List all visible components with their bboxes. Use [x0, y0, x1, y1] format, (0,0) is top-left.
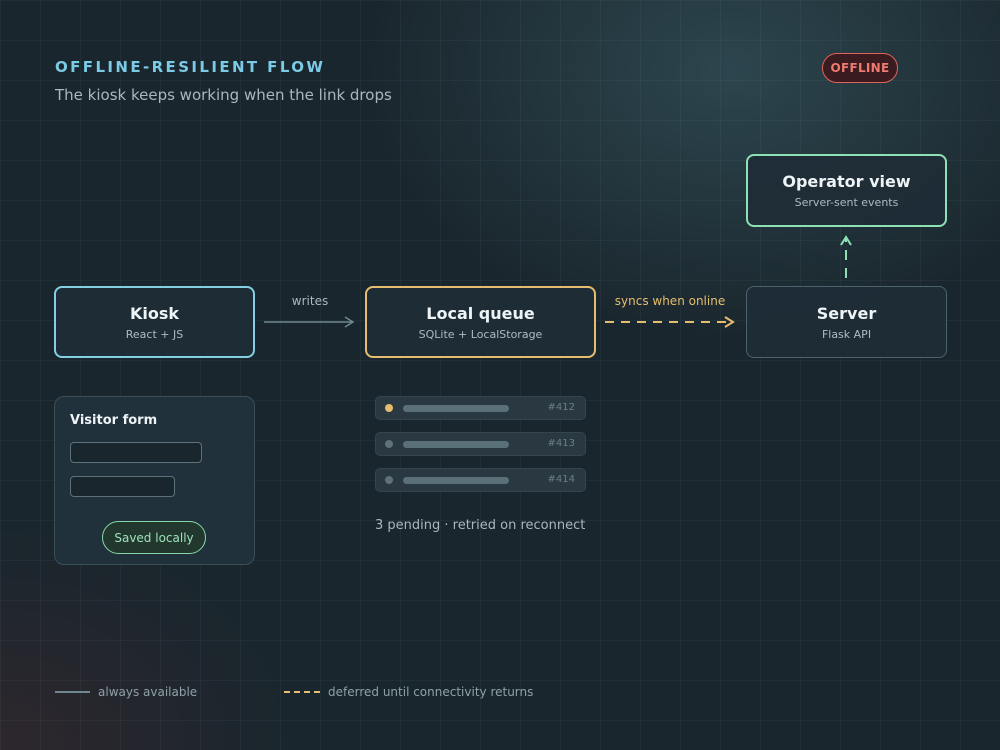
sync-arrow [605, 316, 735, 328]
saved-locally-button[interactable]: Saved locally [102, 521, 206, 554]
kiosk-node-subtitle: React + JS [125, 327, 184, 341]
kiosk-node: Kiosk React + JS [54, 286, 255, 358]
visitor-detail-field[interactable] [70, 476, 175, 497]
local-queue-node: Local queue SQLite + LocalStorage [365, 286, 596, 358]
queue-item: #414 [375, 468, 586, 492]
legend-dashed-swatch [284, 691, 322, 693]
writes-edge-label: writes [291, 294, 329, 308]
kiosk-node-title: Kiosk [129, 303, 180, 323]
queue-item-status-dot [385, 404, 393, 412]
queue-item-status-dot [385, 476, 393, 484]
visitor-form-card: Visitor form Saved locally [54, 396, 255, 565]
queue-item-id: #414 [547, 474, 575, 485]
writes-arrow [264, 316, 355, 328]
server-node-title: Server [816, 303, 877, 323]
queue-item: #413 [375, 432, 586, 456]
queue-item: #412 [375, 396, 586, 420]
legend-solid-label: always available [98, 685, 198, 699]
queue-item-id: #413 [547, 438, 575, 449]
visitor-form-title: Visitor form [70, 413, 158, 428]
operator-view-node-title: Operator view [782, 172, 911, 191]
queue-item-placeholder-bar [403, 441, 509, 448]
local-queue-node-title: Local queue [426, 303, 535, 323]
operator-view-node: Operator view Server-sent events [746, 154, 947, 227]
queue-item-status-dot [385, 440, 393, 448]
visitor-name-field[interactable] [70, 442, 202, 463]
server-to-operator-arrow [840, 235, 852, 278]
legend-solid-swatch [55, 691, 90, 693]
server-node-subtitle: Flask API [821, 327, 872, 341]
pending-note: 3 pending · retried on reconnect [375, 518, 586, 533]
operator-view-node-subtitle: Server-sent events [794, 196, 899, 209]
connector-layer [264, 235, 852, 328]
sync-edge-label: syncs when online [614, 294, 726, 308]
queue-item-id: #412 [547, 402, 575, 413]
queue-item-placeholder-bar [403, 477, 509, 484]
server-node: Server Flask API [746, 286, 947, 358]
local-queue-node-subtitle: SQLite + LocalStorage [418, 327, 543, 341]
legend-dashed-label: deferred until connectivity returns [328, 685, 534, 699]
queue-item-placeholder-bar [403, 405, 509, 412]
